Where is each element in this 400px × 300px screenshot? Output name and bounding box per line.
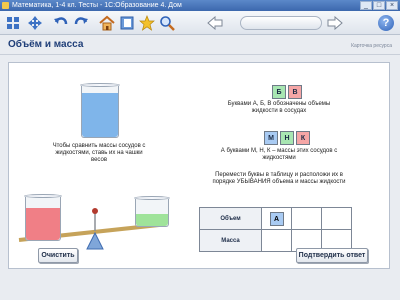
- beaker-green[interactable]: [134, 196, 170, 227]
- beaker-blue[interactable]: [80, 83, 120, 138]
- compare-instruction: Чтобы сравнить массы сосудов с жидкостям…: [52, 143, 146, 163]
- clear-button[interactable]: Очистить: [38, 248, 78, 263]
- move-arrows-icon[interactable]: [26, 14, 44, 32]
- mass-cell-1[interactable]: [261, 229, 292, 252]
- row-label-volume: Объем: [199, 207, 262, 230]
- star-icon[interactable]: [138, 14, 156, 32]
- tile-k[interactable]: К: [296, 131, 310, 145]
- table-row: Объем А: [199, 207, 352, 230]
- blue-liquid: [82, 93, 118, 137]
- volume-cell-2[interactable]: [291, 207, 322, 230]
- confirm-answer-button[interactable]: Подтвердить ответ: [296, 248, 368, 263]
- book-icon[interactable]: [118, 14, 136, 32]
- answer-table: Объем А Масса: [199, 207, 352, 252]
- title-bar: Математика, 1-4 кл. Тесты - 1С:Образован…: [0, 0, 400, 11]
- window-controls: _ □ ×: [360, 1, 398, 10]
- red-liquid: [26, 208, 60, 240]
- back-arrow-icon[interactable]: [206, 14, 224, 32]
- mnk-instruction: А буквами М, Н, К – массы этих сосудов с…: [220, 148, 338, 161]
- close-button[interactable]: ×: [386, 1, 398, 10]
- undo-icon[interactable]: [52, 14, 70, 32]
- beaker-red[interactable]: [24, 194, 62, 241]
- volume-cell-3[interactable]: [321, 207, 352, 230]
- app-icon: [2, 2, 9, 9]
- beaker-rim: [134, 196, 170, 200]
- bvv-instruction: Буквами А, Б, В обозначены объемы жидкос…: [227, 101, 331, 114]
- help-icon[interactable]: ?: [378, 15, 394, 31]
- minimize-button[interactable]: _: [360, 1, 372, 10]
- forward-arrow-icon[interactable]: [326, 14, 344, 32]
- tile-n[interactable]: Н: [280, 131, 294, 145]
- page-title: Объём и масса: [8, 39, 84, 50]
- tile-v[interactable]: В: [288, 85, 302, 99]
- resource-card-link[interactable]: Карточка ресурса: [351, 43, 392, 49]
- search-icon[interactable]: [158, 14, 176, 32]
- green-liquid: [136, 214, 168, 226]
- navigation-bar[interactable]: [240, 16, 322, 30]
- grid-view-icon[interactable]: [4, 14, 22, 32]
- tile-b[interactable]: Б: [272, 85, 286, 99]
- home-icon[interactable]: [98, 14, 116, 32]
- window-title: Математика, 1-4 кл. Тесты - 1С:Образован…: [12, 2, 182, 9]
- placed-tile-a[interactable]: А: [269, 211, 284, 226]
- redo-icon[interactable]: [72, 14, 90, 32]
- move-instruction: Перемести буквы в таблицу и расположи их…: [212, 172, 346, 185]
- volume-cell-1[interactable]: А: [261, 207, 292, 230]
- beaker-rim: [24, 194, 62, 198]
- tile-m[interactable]: М: [264, 131, 278, 145]
- toolbar: ?: [0, 11, 400, 35]
- header-divider: [0, 54, 400, 55]
- beaker-rim: [80, 83, 120, 87]
- row-label-mass: Масса: [199, 229, 262, 252]
- app-window: Математика, 1-4 кл. Тесты - 1С:Образован…: [0, 0, 400, 300]
- maximize-button[interactable]: □: [373, 1, 385, 10]
- page-header: Объём и масса Карточка ресурса: [0, 36, 400, 54]
